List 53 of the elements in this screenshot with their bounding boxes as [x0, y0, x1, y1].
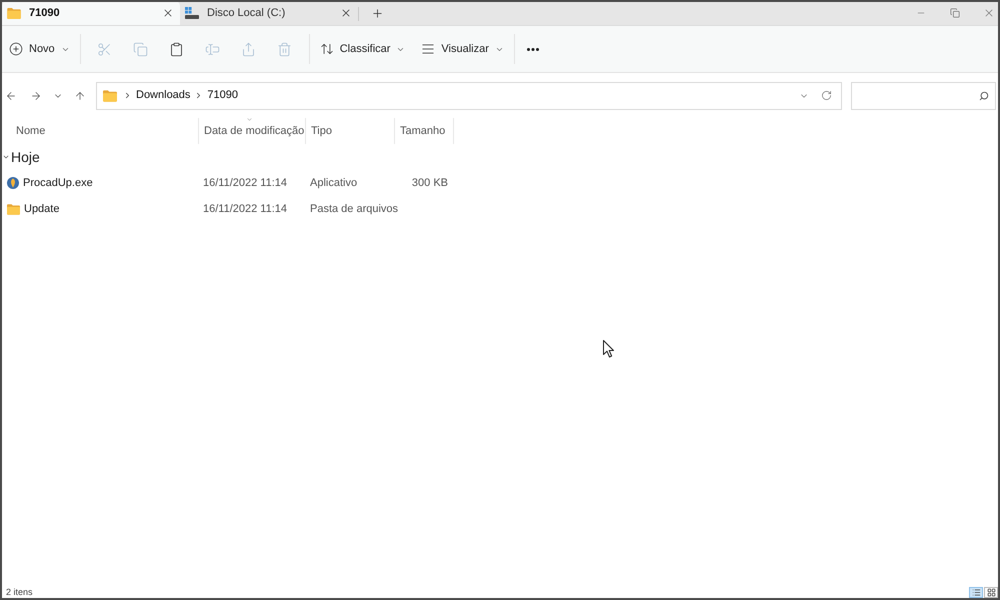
- column-header[interactable]: Data de modificação: [198, 118, 305, 144]
- file-type: Aplicativo: [310, 176, 358, 189]
- close-icon: [340, 7, 352, 19]
- file-name[interactable]: Update: [24, 200, 60, 218]
- forward-arrow-icon: [30, 90, 42, 102]
- folder-icon: [7, 8, 21, 18]
- address-bar[interactable]: Downloads 71090: [96, 82, 842, 110]
- plus-circle-icon: [9, 42, 23, 56]
- up-down-arrows-icon: [320, 42, 334, 56]
- search-icon: [979, 90, 989, 100]
- share-icon: [241, 42, 256, 56]
- copy-icon: [133, 42, 148, 56]
- folder-icon: [7, 204, 20, 214]
- view-button[interactable]: Visualizar: [417, 34, 508, 64]
- column-header[interactable]: Nome: [2, 118, 198, 144]
- trash-icon: [277, 42, 292, 56]
- tab[interactable]: 71090: [2, 2, 180, 25]
- chevron-right-icon: [123, 91, 132, 100]
- refresh-icon: [820, 90, 832, 101]
- text-cursor-icon: [205, 42, 220, 56]
- close-icon: [162, 7, 174, 19]
- details-view-button[interactable]: [969, 587, 983, 598]
- modified-date: 16/11/2022 11:14: [203, 202, 288, 215]
- grid-icon: [986, 588, 996, 597]
- breadcrumb-item[interactable]: 71090: [205, 87, 240, 104]
- lines-icon: [421, 42, 436, 56]
- folder-icon: [103, 90, 117, 102]
- file-type: Pasta de arquivos: [310, 202, 398, 215]
- back-arrow-icon: [5, 90, 17, 102]
- up-arrow-icon: [74, 90, 86, 102]
- scissors-icon: [97, 42, 112, 56]
- item-count: 2 itens: [6, 587, 33, 598]
- more-icon: [526, 48, 539, 50]
- file-name[interactable]: ProcadUp.exe: [23, 174, 93, 192]
- sort-button[interactable]: Classificar: [316, 34, 410, 64]
- list-icon: [972, 588, 980, 597]
- app-icon: [7, 177, 19, 189]
- modified-date: 16/11/2022 11:14: [203, 176, 288, 189]
- clipboard-icon: [169, 42, 184, 56]
- restore-icon: [950, 8, 960, 18]
- column-header[interactable]: Tamanho: [394, 118, 454, 144]
- tiles-view-button[interactable]: [984, 587, 998, 598]
- search-field[interactable]: [851, 82, 996, 110]
- group-header[interactable]: Hoje: [2, 144, 44, 170]
- breadcrumb-item[interactable]: Downloads: [134, 87, 192, 104]
- close-icon: [983, 7, 995, 19]
- file-size: 300 KB: [412, 176, 448, 191]
- drive-icon: [185, 7, 199, 19]
- mouse-pointer-icon: [603, 340, 614, 358]
- new-button[interactable]: Novo: [5, 34, 74, 64]
- plus-icon: [370, 6, 384, 20]
- column-header[interactable]: Tipo: [305, 118, 394, 144]
- sort-caret-icon: [245, 116, 254, 123]
